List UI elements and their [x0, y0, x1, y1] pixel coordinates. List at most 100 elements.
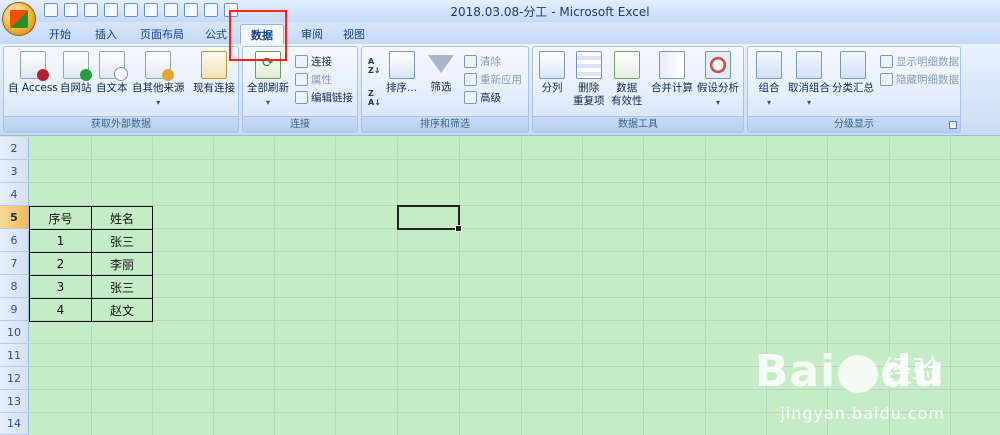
group-outline: 组合 ▾ 取消组合 ▾ 分类汇总 显示明细数据 隐藏明细数据 分级显示: [747, 46, 961, 133]
office-button[interactable]: [2, 2, 36, 36]
from-text-label: 自文本: [96, 82, 128, 94]
text-to-columns-label: 分列: [541, 82, 563, 94]
edit-links-button[interactable]: 编辑链接: [295, 89, 353, 105]
group-label: 组合: [758, 82, 780, 94]
row-header[interactable]: 3: [0, 160, 29, 183]
row-header[interactable]: 4: [0, 183, 29, 206]
table-cell[interactable]: 张三: [91, 229, 153, 253]
existing-connections-label: 现有连接: [193, 82, 235, 94]
row-header-selected[interactable]: 5: [0, 206, 29, 229]
connections-button[interactable]: 连接: [295, 53, 332, 69]
remove-duplicates-icon: [575, 51, 602, 79]
remove-duplicates-label-1: 删除: [578, 82, 600, 94]
from-access-button[interactable]: 自 Access: [8, 51, 58, 95]
from-access-label: 自 Access: [8, 82, 58, 94]
clear-icon: [464, 54, 477, 68]
show-detail-label: 显示明细数据: [896, 55, 959, 68]
table-row: 4 赵文: [29, 298, 153, 322]
row-header[interactable]: 6: [0, 229, 29, 252]
consolidate-button[interactable]: 合并计算: [651, 51, 693, 95]
tab-review[interactable]: 审阅: [292, 24, 332, 44]
subtotal-icon: [840, 51, 866, 79]
gridline: [643, 137, 644, 435]
from-web-label: 自网站: [60, 82, 92, 94]
chain-link-icon: [295, 90, 308, 104]
header-cell[interactable]: 姓名: [91, 206, 153, 230]
row-header[interactable]: 7: [0, 252, 29, 275]
group-label-data-tools: 数据工具: [533, 116, 743, 132]
reapply-icon: [464, 72, 477, 86]
hide-detail-button[interactable]: 隐藏明细数据: [880, 71, 959, 87]
ungroup-button[interactable]: 取消组合 ▾: [788, 51, 830, 109]
gridline: [335, 137, 336, 435]
show-detail-button[interactable]: 显示明细数据: [880, 53, 959, 69]
gridline: [29, 205, 1000, 206]
sort-button[interactable]: 排序...: [386, 51, 417, 95]
from-other-sources-button[interactable]: 自其他来源 ▾: [132, 51, 185, 109]
consolidate-label: 合并计算: [651, 82, 693, 94]
group-sort-filter: A Z↓ Z A↓ 排序... 筛选 清除 重新应用 高级 排序和筛选: [361, 46, 529, 133]
watermark-brand-a: Bai: [754, 346, 837, 397]
dropdown-caret-icon: ▾: [156, 98, 161, 107]
row-header[interactable]: 13: [0, 390, 29, 413]
advanced-filter-button[interactable]: 高级: [464, 89, 501, 105]
gridline: [213, 137, 214, 435]
group-button[interactable]: 组合 ▾: [756, 51, 782, 109]
sort-ascending-button[interactable]: A Z↓: [368, 57, 382, 83]
gridline: [29, 343, 1000, 344]
tab-view[interactable]: 视图: [334, 24, 374, 44]
existing-connections-icon: [201, 51, 227, 79]
filter-funnel-icon: [428, 55, 454, 73]
table-cell[interactable]: 1: [29, 229, 92, 253]
remove-duplicates-button[interactable]: 删除 重复项: [573, 51, 605, 108]
table-cell[interactable]: 2: [29, 252, 92, 276]
sort-descending-button[interactable]: Z A↓: [368, 89, 382, 115]
gridline: [521, 137, 522, 435]
ribbon: 自 Access 自网站 自文本 自其他来源 ▾ 现有连接 获取外部数据 ⟳ 全…: [0, 44, 1000, 136]
reapply-button[interactable]: 重新应用: [464, 71, 522, 87]
active-cell-selection[interactable]: [397, 205, 462, 232]
text-file-icon: [98, 51, 128, 81]
from-web-button[interactable]: 自网站: [60, 51, 92, 95]
row-header[interactable]: 2: [0, 137, 29, 160]
data-validation-label-2: 有效性: [611, 95, 643, 107]
tab-home[interactable]: 开始: [40, 24, 80, 44]
group-icon: [756, 51, 782, 79]
group-label-external-data: 获取外部数据: [4, 116, 238, 132]
filter-button[interactable]: 筛选: [428, 51, 454, 94]
tab-insert[interactable]: 插入: [86, 24, 126, 44]
gridline: [29, 251, 1000, 252]
row-header[interactable]: 12: [0, 367, 29, 390]
clear-filter-button[interactable]: 清除: [464, 53, 501, 69]
hide-detail-icon: [880, 72, 893, 86]
gridline: [29, 320, 1000, 321]
row-header[interactable]: 14: [0, 413, 29, 435]
data-table: 序号 姓名 1 张三 2 李丽 3 张三 4 赵文: [29, 206, 153, 322]
table-cell[interactable]: 李丽: [91, 252, 153, 276]
row-header[interactable]: 11: [0, 344, 29, 367]
from-text-button[interactable]: 自文本: [96, 51, 128, 95]
header-cell[interactable]: 序号: [29, 206, 92, 230]
properties-button[interactable]: 属性: [295, 71, 332, 87]
worksheet-grid[interactable]: 2 3 4 5 6 7 8 9 10 11 12 13 14 序号 姓名 1 张…: [0, 137, 1000, 435]
ungroup-icon: [796, 51, 822, 79]
table-cell[interactable]: 张三: [91, 275, 153, 299]
sort-dialog-icon: [388, 51, 415, 79]
subtotal-button[interactable]: 分类汇总: [832, 51, 874, 95]
dropdown-caret-icon: ▾: [806, 98, 811, 107]
tab-page-layout[interactable]: 页面布局: [134, 24, 190, 44]
row-header[interactable]: 8: [0, 275, 29, 298]
sort-az-icon: A Z↓: [368, 57, 381, 75]
table-cell[interactable]: 赵文: [91, 298, 153, 322]
gridline: [397, 137, 398, 435]
what-if-analysis-button[interactable]: 假设分析 ▾: [697, 51, 739, 109]
text-to-columns-icon: [539, 51, 565, 79]
text-to-columns-button[interactable]: 分列: [539, 51, 565, 95]
row-header[interactable]: 10: [0, 321, 29, 344]
gridline: [459, 137, 460, 435]
data-validation-button[interactable]: 数据 有效性: [611, 51, 643, 108]
table-cell[interactable]: 3: [29, 275, 92, 299]
dialog-launcher-icon[interactable]: [949, 121, 957, 129]
table-cell[interactable]: 4: [29, 298, 92, 322]
row-header[interactable]: 9: [0, 298, 29, 321]
